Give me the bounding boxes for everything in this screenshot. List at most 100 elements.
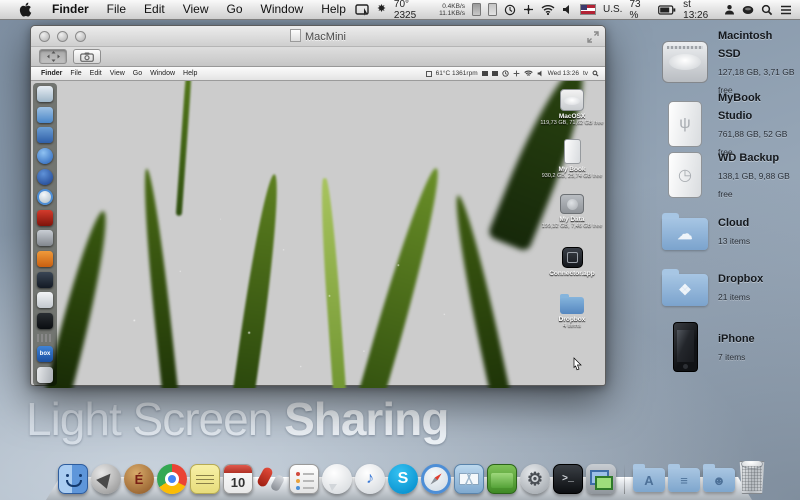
remote-dock-box-icon[interactable]: box: [37, 346, 53, 362]
menu-extra-icon[interactable]: [742, 3, 754, 17]
remote-dock-ipod-icon[interactable]: [37, 292, 53, 308]
dock-calendar-icon[interactable]: 10: [223, 464, 253, 494]
sync-gear-icon[interactable]: [376, 3, 387, 17]
remote-dock-trash-icon[interactable]: [37, 367, 53, 383]
remote-icon-my-data[interactable]: My Data 199,32 GB, 7,46 GB free: [536, 194, 605, 229]
menu-finder[interactable]: Finder: [43, 0, 98, 19]
dock-reminders-icon[interactable]: [289, 464, 319, 494]
desktop-icon-dropbox[interactable]: ❖ Dropbox21 items: [660, 268, 796, 306]
input-source-label[interactable]: U.S.: [603, 4, 622, 15]
dock-skype-icon[interactable]: S: [388, 464, 418, 494]
mouse-cursor: [573, 357, 583, 376]
dock-launchpad-icon[interactable]: [91, 464, 121, 494]
menu-view[interactable]: View: [174, 0, 218, 19]
dock-pill-tool-icon[interactable]: [256, 464, 286, 494]
remote-dock-photoshop-icon[interactable]: [37, 272, 53, 288]
battery-percent[interactable]: 73 %: [629, 0, 651, 21]
battery-icon[interactable]: [658, 3, 676, 17]
remote-dock-itunes-icon[interactable]: [37, 148, 53, 164]
device-icon-2[interactable]: [488, 3, 497, 17]
remote-user-label[interactable]: tv: [583, 70, 588, 77]
dock-system-preferences-icon[interactable]: ⚙: [520, 464, 550, 494]
remote-clock-label[interactable]: Wed 13:26: [548, 70, 579, 77]
icon-label: WD Backup: [718, 152, 779, 164]
remote-icon-macosx[interactable]: MacOSX 119,73 GB, 71,62 GB free: [536, 89, 605, 126]
dock-finder-icon[interactable]: [58, 464, 88, 494]
wifi-icon[interactable]: [541, 3, 555, 17]
remote-dock-front-row-icon[interactable]: [37, 210, 53, 226]
remote-screen-icon[interactable]: [492, 71, 498, 76]
remote-menu-edit[interactable]: Edit: [86, 70, 106, 77]
remote-checkbox-icon[interactable]: [426, 71, 432, 77]
remote-menu-view[interactable]: View: [106, 70, 129, 77]
dock-itunes-icon[interactable]: ♪: [355, 464, 385, 494]
dock-trash-icon[interactable]: [738, 461, 766, 494]
remote-display-icon[interactable]: [482, 71, 488, 76]
dock-stickies-icon[interactable]: [190, 464, 220, 494]
dock-mail-icon[interactable]: [454, 464, 484, 494]
remote-wifi-icon[interactable]: [524, 67, 533, 81]
remote-crosshair-icon[interactable]: [513, 67, 520, 81]
remote-dock-appstore-icon[interactable]: [37, 169, 53, 185]
remote-volume-icon[interactable]: [537, 67, 544, 81]
screenshot-button[interactable]: [73, 49, 101, 64]
remote-dock-photos-icon[interactable]: [37, 127, 53, 143]
dock-applications-folder-icon[interactable]: A: [633, 468, 665, 492]
remote-dock-activity-monitor-icon[interactable]: [37, 313, 53, 329]
dock-green-folder-app-icon[interactable]: [487, 464, 517, 494]
dock-chrome-icon[interactable]: [157, 464, 187, 494]
remote-menus: Finder File Edit View Go Window Help: [31, 70, 201, 77]
air-display-icon[interactable]: [523, 3, 534, 17]
remote-dock-fax-icon[interactable]: [37, 230, 53, 246]
remote-mybook-drive-icon: [564, 139, 581, 164]
remote-menu-finder[interactable]: Finder: [37, 70, 66, 77]
dock-screen-sharing-icon[interactable]: [586, 464, 616, 494]
remote-dock-calendar-icon[interactable]: [37, 86, 53, 102]
menu-edit[interactable]: Edit: [135, 0, 174, 19]
caption-word-sharing: Sharing: [284, 393, 448, 445]
remote-dock-vlc-icon[interactable]: [37, 251, 53, 267]
screen-sharing-indicator-icon[interactable]: [355, 3, 369, 17]
remote-dock-safari-icon[interactable]: [37, 189, 53, 205]
menu-file[interactable]: File: [98, 0, 135, 19]
desktop-icon-iphone[interactable]: iPhone7 items: [660, 322, 796, 372]
menu-help[interactable]: Help: [312, 0, 355, 19]
remote-menu-window[interactable]: Window: [146, 70, 179, 77]
apple-menu-icon[interactable]: [10, 2, 41, 17]
clock-label[interactable]: st 13:26: [683, 0, 717, 21]
remote-clock-icon[interactable]: [502, 67, 509, 81]
remote-temp-status[interactable]: 61°C 1361rpm: [436, 70, 478, 77]
temperature-status[interactable]: 70° 2325: [394, 0, 432, 21]
dock-users-folder-icon[interactable]: ☻: [703, 468, 735, 492]
fullscreen-arrows-icon[interactable]: [587, 30, 599, 42]
menu-window[interactable]: Window: [252, 0, 313, 19]
dock-coffee-app-icon[interactable]: É: [124, 464, 154, 494]
time-machine-icon[interactable]: [504, 3, 516, 17]
window-toolbar: [31, 47, 605, 67]
fullscreen-toggle-button[interactable]: [39, 49, 67, 64]
remote-dock-mail-icon[interactable]: [37, 107, 53, 123]
volume-icon[interactable]: [562, 3, 573, 17]
window-title-bar[interactable]: MacMini: [31, 26, 605, 47]
notification-center-icon[interactable]: [780, 3, 792, 17]
dock-safari-icon[interactable]: [421, 464, 451, 494]
device-icon[interactable]: [472, 3, 481, 17]
input-flag-icon[interactable]: [580, 3, 596, 17]
desktop-icon-wd-backup[interactable]: ◷ WD Backup138,1 GB, 9,88 GB free: [660, 148, 796, 202]
dock-documents-folder-icon[interactable]: ≡: [668, 468, 700, 492]
dock-messages-icon[interactable]: [322, 464, 352, 494]
menu-go[interactable]: Go: [218, 0, 252, 19]
user-icon[interactable]: [724, 3, 735, 17]
remote-icon-my-book[interactable]: My Book 930,2 GB, 25,74 GB free: [536, 139, 605, 179]
dock-terminal-icon[interactable]: >_: [553, 464, 583, 494]
remote-spotlight-icon[interactable]: [592, 67, 599, 81]
remote-icon-connector-app[interactable]: Connector.app: [536, 247, 605, 277]
desktop-icon-cloud[interactable]: ☁ Cloud13 items: [660, 212, 796, 250]
remote-menu-file[interactable]: File: [66, 70, 85, 77]
remote-menu-go[interactable]: Go: [129, 70, 146, 77]
remote-icon-dropbox[interactable]: Dropbox 4 items: [536, 293, 605, 329]
spotlight-icon[interactable]: [761, 3, 773, 17]
remote-menu-help[interactable]: Help: [179, 70, 201, 77]
icon-label: iPhone: [718, 333, 755, 345]
network-speed-status[interactable]: 0.4KB/s 11.1KB/s: [439, 3, 465, 17]
